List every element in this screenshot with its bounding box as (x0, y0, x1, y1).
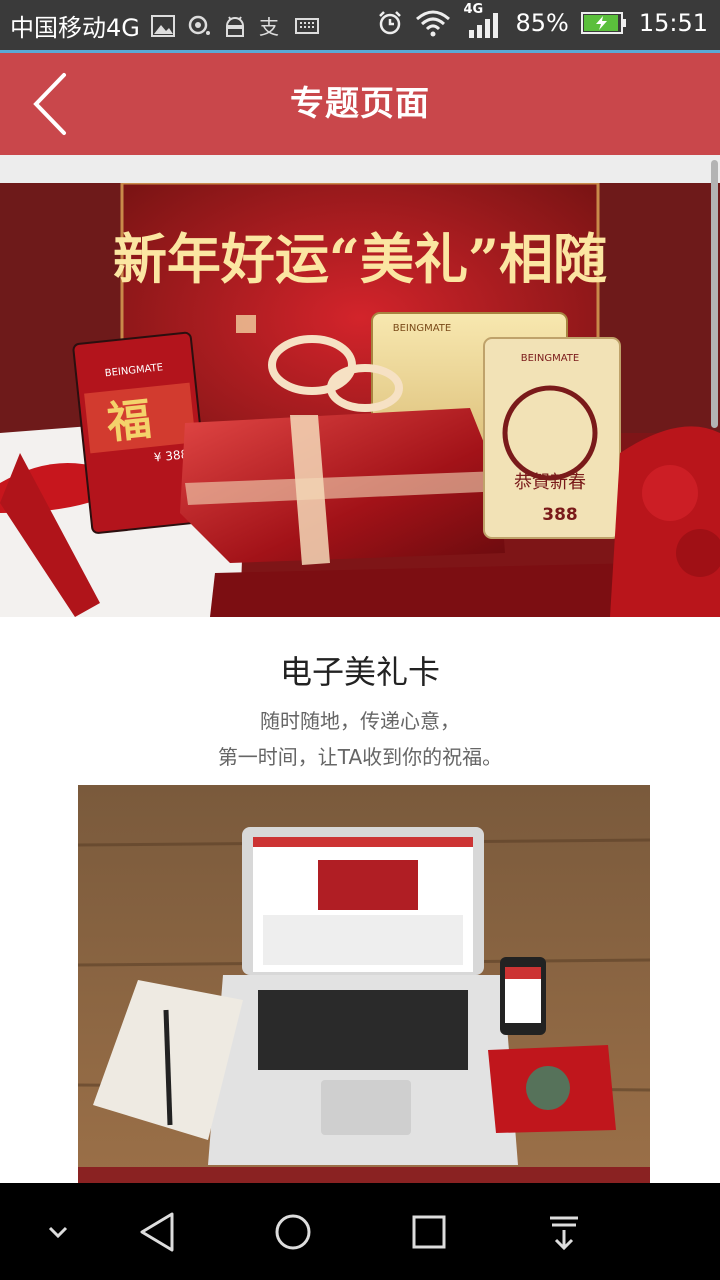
new-year-banner-image[interactable]: 新年好运“美礼”相随 BEINGMATE 福 ¥ 388 BEINGMATE B… (0, 183, 720, 617)
system-nav-bar (0, 1184, 720, 1280)
keyboard-icon (294, 17, 319, 34)
back-button[interactable] (28, 71, 78, 137)
section-description: 随时随地，传递心意， 第一时间，让TA收到你的祝福。 (0, 703, 720, 775)
app-header: 专题页面 (0, 53, 720, 155)
section-title: 电子美礼卡 (279, 653, 440, 691)
battery-icon (580, 12, 626, 34)
back-triangle-icon[interactable] (130, 1206, 186, 1258)
svg-text:支: 支 (259, 15, 279, 39)
status-bar: 中国移动4G 支 4G 85% 15:51 (0, 0, 720, 50)
card-fu-char: 福 (104, 394, 154, 449)
alarm-icon (379, 11, 402, 35)
card-greeting: 恭賀新春 (514, 472, 586, 493)
carrier-label: 中国移动4G (10, 14, 140, 42)
description-line-1: 随时随地，传递心意， (260, 709, 460, 733)
chevron-left-icon (33, 73, 66, 135)
page-title: 专题页面 (290, 84, 430, 124)
recents-square-icon[interactable] (400, 1206, 456, 1258)
battery-percent: 85% (515, 9, 569, 37)
card-brand-right: BEINGMATE (521, 353, 579, 364)
content-scroll-area[interactable]: 新年好运“美礼”相随 BEINGMATE 福 ¥ 388 BEINGMATE B… (0, 155, 720, 1183)
signal-icon (469, 13, 499, 38)
download-icon[interactable] (536, 1206, 592, 1258)
location-icon (188, 15, 210, 35)
image-icon (150, 14, 175, 37)
banner-headline: 新年好运“美礼”相随 (113, 227, 607, 291)
scrollbar[interactable] (711, 160, 718, 428)
top-gap (0, 155, 720, 183)
alipay-icon: 支 (259, 15, 279, 39)
ecard-promo-photo[interactable] (78, 785, 650, 1183)
home-circle-icon[interactable] (265, 1206, 321, 1258)
wifi-icon (416, 10, 451, 37)
chevron-down-icon[interactable] (30, 1206, 86, 1258)
clock: 15:51 (638, 9, 708, 37)
android-icon (225, 15, 244, 37)
description-line-2: 第一时间，让TA收到你的祝福。 (217, 745, 503, 769)
card-price: 388 (542, 505, 578, 525)
card-brand-middle: BEINGMATE (393, 323, 451, 334)
